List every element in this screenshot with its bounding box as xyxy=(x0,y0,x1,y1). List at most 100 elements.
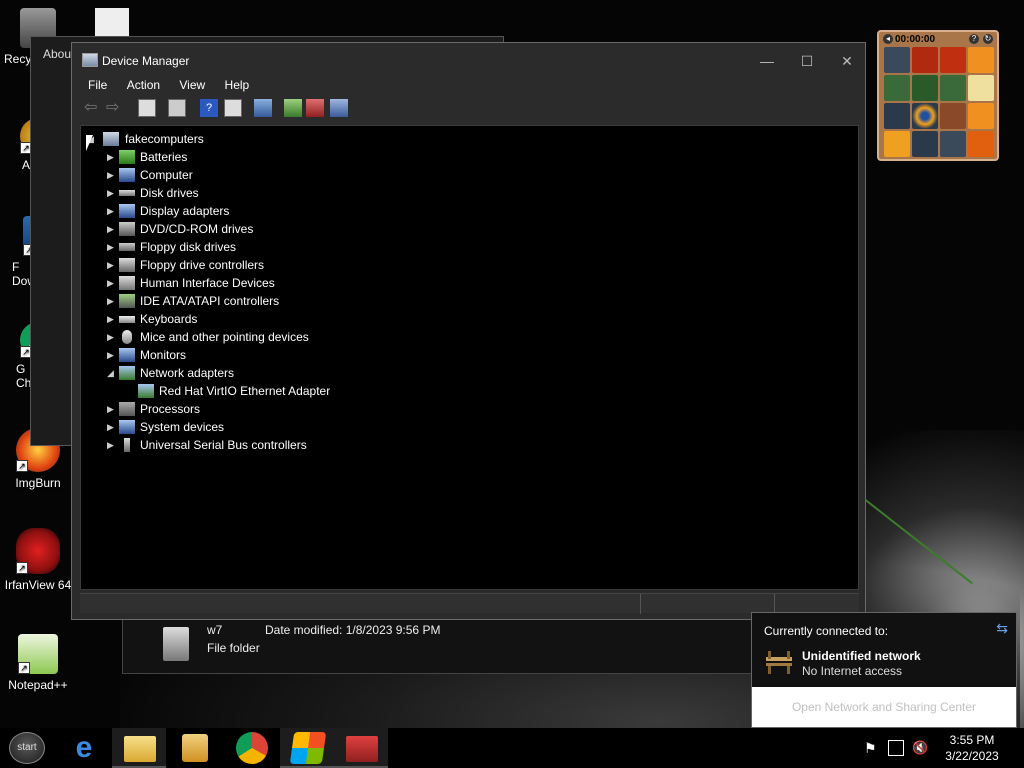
collapse-arrow-icon[interactable]: ◢ xyxy=(107,364,119,382)
toolbox-icon xyxy=(346,736,378,762)
taskbar-file-explorer[interactable] xyxy=(112,728,166,768)
about-window-title: Abou xyxy=(43,47,72,61)
clock-date: 3/22/2023 xyxy=(945,749,999,763)
disk-drive-icon xyxy=(119,190,135,196)
taskbar-internet-explorer[interactable]: e xyxy=(56,728,110,768)
network-tray-icon[interactable] xyxy=(888,740,904,756)
device-manager-window[interactable]: Device Manager — ☐ ✕ File Action View He… xyxy=(71,42,866,620)
taskbar-windows-app[interactable] xyxy=(280,728,334,768)
status-divider xyxy=(640,594,641,614)
disable-device-icon[interactable] xyxy=(330,99,348,117)
puzzle-tile[interactable] xyxy=(912,75,938,101)
puzzle-tile[interactable] xyxy=(968,131,994,157)
puzzle-tile[interactable] xyxy=(912,103,938,129)
processor-icon xyxy=(119,402,135,416)
expand-arrow-icon[interactable]: ▶ xyxy=(107,418,119,436)
expand-arrow-icon[interactable]: ▶ xyxy=(107,184,119,202)
explorer-details-pane[interactable]: w7 Date modified: 1/8/2023 9:56 PM File … xyxy=(122,612,762,674)
puzzle-tile[interactable] xyxy=(884,103,910,129)
menu-help[interactable]: Help xyxy=(217,75,258,95)
tree-item-label: Keyboards xyxy=(140,312,198,326)
internet-explorer-icon: e xyxy=(75,731,93,764)
action-pane-icon[interactable] xyxy=(224,99,242,117)
puzzle-tile[interactable] xyxy=(884,131,910,157)
expand-arrow-icon[interactable]: ▶ xyxy=(107,202,119,220)
taskbar-device-manager[interactable] xyxy=(334,728,388,768)
expand-arrow-icon[interactable]: ▶ xyxy=(107,310,119,328)
menu-view[interactable]: View xyxy=(171,75,213,95)
gadget-back-icon[interactable]: ◂ xyxy=(883,34,893,44)
expand-arrow-icon[interactable]: ▶ xyxy=(107,346,119,364)
expand-arrow-icon[interactable]: ▶ xyxy=(107,292,119,310)
network-name[interactable]: Unidentified network xyxy=(802,649,921,663)
puzzle-tile[interactable] xyxy=(912,131,938,157)
menu-action[interactable]: Action xyxy=(119,75,168,95)
forward-icon[interactable]: ⇨ xyxy=(106,99,124,117)
puzzle-tile[interactable] xyxy=(912,47,938,73)
status-divider xyxy=(774,594,775,614)
desktop-icon-irfanview[interactable]: ↗ IrfanView 64 xyxy=(0,528,76,592)
menu-file[interactable]: File xyxy=(80,75,115,95)
expand-arrow-icon[interactable]: ▶ xyxy=(107,220,119,238)
puzzle-tile[interactable] xyxy=(968,47,994,73)
desktop-icon-label: IrfanView 64 xyxy=(4,578,72,592)
tree-item-label: Universal Serial Bus controllers xyxy=(140,438,307,452)
puzzle-tile[interactable] xyxy=(940,131,966,157)
display-adapter-icon xyxy=(119,204,135,218)
dvd-drive-icon xyxy=(119,222,135,236)
gadget-help-icon[interactable]: ? xyxy=(969,34,979,44)
computer-icon xyxy=(103,132,119,146)
expand-arrow-icon[interactable]: ▶ xyxy=(107,238,119,256)
title-bar[interactable]: Device Manager — ☐ ✕ xyxy=(72,43,865,77)
controller-icon xyxy=(119,258,135,272)
expand-arrow-icon[interactable]: ▶ xyxy=(107,274,119,292)
network-adapter-icon xyxy=(119,366,135,380)
shortcut-arrow-icon: ↗ xyxy=(16,460,28,472)
clock-time: 3:55 PM xyxy=(949,733,995,747)
tree-item-label: Display adapters xyxy=(140,204,230,218)
start-button[interactable]: start xyxy=(9,732,45,764)
puzzle-grid[interactable] xyxy=(884,47,994,157)
puzzle-tile[interactable] xyxy=(884,75,910,101)
puzzle-tile[interactable] xyxy=(884,47,910,73)
help-icon[interactable]: ? xyxy=(200,99,218,117)
ide-controller-icon xyxy=(119,294,135,308)
window-title: Device Manager xyxy=(102,54,190,68)
open-network-sharing-center-link[interactable]: Open Network and Sharing Center xyxy=(752,687,1016,727)
desktop-icon-notepadpp[interactable]: ↗ Notepad++ xyxy=(0,634,76,692)
windows-logo-icon xyxy=(289,732,327,764)
expand-arrow-icon[interactable]: ▶ xyxy=(107,400,119,418)
uninstall-device-icon[interactable] xyxy=(306,99,324,117)
gadget-shuffle-icon[interactable]: ↻ xyxy=(983,34,993,44)
maximize-button[interactable]: ☐ xyxy=(792,49,822,73)
taskbar-chrome[interactable] xyxy=(224,728,278,768)
puzzle-tile[interactable] xyxy=(940,75,966,101)
taskbar-media-player[interactable] xyxy=(168,728,222,768)
scan-hardware-icon[interactable] xyxy=(254,99,272,117)
expand-arrow-icon[interactable]: ▶ xyxy=(107,328,119,346)
puzzle-tile[interactable] xyxy=(940,103,966,129)
update-driver-icon[interactable] xyxy=(284,99,302,117)
hid-icon xyxy=(119,276,135,290)
network-flyout[interactable]: Currently connected to: ⇆ Unidentified n… xyxy=(751,612,1017,728)
expand-arrow-icon[interactable]: ▶ xyxy=(107,256,119,274)
expand-arrow-icon[interactable]: ▶ xyxy=(107,166,119,184)
puzzle-tile[interactable] xyxy=(940,47,966,73)
action-center-flag-icon[interactable]: ⚑ xyxy=(864,740,877,757)
tree-item-label: DVD/CD-ROM drives xyxy=(140,222,254,236)
back-icon[interactable]: ⇦ xyxy=(84,99,102,117)
properties-icon[interactable] xyxy=(168,99,186,117)
system-clock[interactable]: 3:55 PM 3/22/2023 xyxy=(940,732,1004,764)
puzzle-tile[interactable] xyxy=(968,103,994,129)
expand-arrow-icon[interactable]: ▶ xyxy=(107,148,119,166)
volume-muted-icon[interactable]: 🔇 xyxy=(912,740,928,756)
refresh-icon[interactable]: ⇆ xyxy=(996,620,1008,637)
expand-arrow-icon[interactable]: ▶ xyxy=(107,436,119,454)
picture-puzzle-gadget[interactable]: ◂ 00:00:00 ? ↻ xyxy=(877,30,999,161)
device-tree[interactable]: ◢ fakecomputers ▶ Batteries ▶ Computer ▶… xyxy=(80,125,859,590)
minimize-button[interactable]: — xyxy=(752,49,782,73)
close-button[interactable]: ✕ xyxy=(832,49,862,73)
puzzle-tile[interactable] xyxy=(968,75,994,101)
show-hide-console-tree-icon[interactable] xyxy=(138,99,156,117)
tree-item-label: Mice and other pointing devices xyxy=(140,330,309,344)
